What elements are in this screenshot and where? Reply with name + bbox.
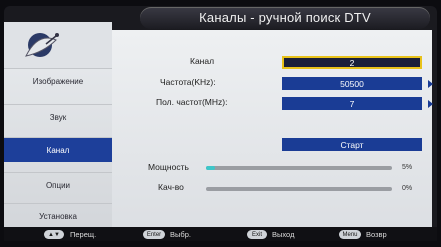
start-button-label: Старт [340,139,364,150]
page-title: Каналы - ручной поиск DTV [199,10,371,25]
bandwidth-field[interactable]: 7 [282,97,422,110]
frequency-right-arrow-icon[interactable] [428,80,433,88]
hint-text-back: Возвр [366,230,387,239]
sidebar-item-options[interactable]: Опции [4,172,112,197]
bandwidth-value: 7 [349,98,355,109]
channel-value: 2 [349,57,355,68]
channel-field[interactable]: 2 [282,56,422,69]
bandwidth-right-arrow-icon[interactable] [428,100,433,108]
hint-key-menu: Menu [339,230,361,239]
satellite-dish-icon [25,33,59,57]
start-button[interactable]: Старт [282,138,422,151]
frequency-value: 50500 [340,78,364,89]
sidebar-item-setup[interactable]: Установка [4,203,112,228]
hint-key-updown: ▲▼ [44,230,64,239]
strength-meter-fill [206,166,216,170]
quality-percent: 0% [402,185,413,192]
hint-text-move: Перещ. [70,230,97,239]
tv-screen: Каналы - ручной поиск DTV Изображение Зв… [0,0,441,247]
sidebar-item-label: Изображение [32,76,84,86]
hint-key-exit: Exit [247,230,267,239]
strength-percent: 5% [402,164,413,171]
strength-meter [206,166,392,170]
sidebar-item-image[interactable]: Изображение [4,68,112,93]
sidebar-item-channel[interactable]: Канал [4,137,112,162]
strength-label: Мощность [148,162,189,172]
hint-key-enter: Enter [143,230,165,239]
frequency-field[interactable]: 50500 [282,77,422,90]
frequency-label: Частота(KHz): [160,77,216,87]
sidebar-logo [4,22,112,68]
hint-text-exit: Выход [272,230,295,239]
sidebar: Изображение Звук Канал Опции Установка [4,22,112,227]
sidebar-item-label: Опции [45,180,71,190]
sidebar-item-label: Установка [39,211,77,221]
sidebar-item-label: Канал [46,145,70,155]
title-bar: Каналы - ручной поиск DTV [140,7,430,29]
quality-label: Кач-во [158,182,184,192]
channel-label: Канал [190,56,215,66]
hint-text-select: Выбр. [170,230,191,239]
sidebar-item-label: Звук [49,112,67,122]
quality-meter [206,187,392,191]
sidebar-item-sound[interactable]: Звук [4,104,112,129]
bandwidth-label: Пол. частот(MHz): [156,97,228,107]
